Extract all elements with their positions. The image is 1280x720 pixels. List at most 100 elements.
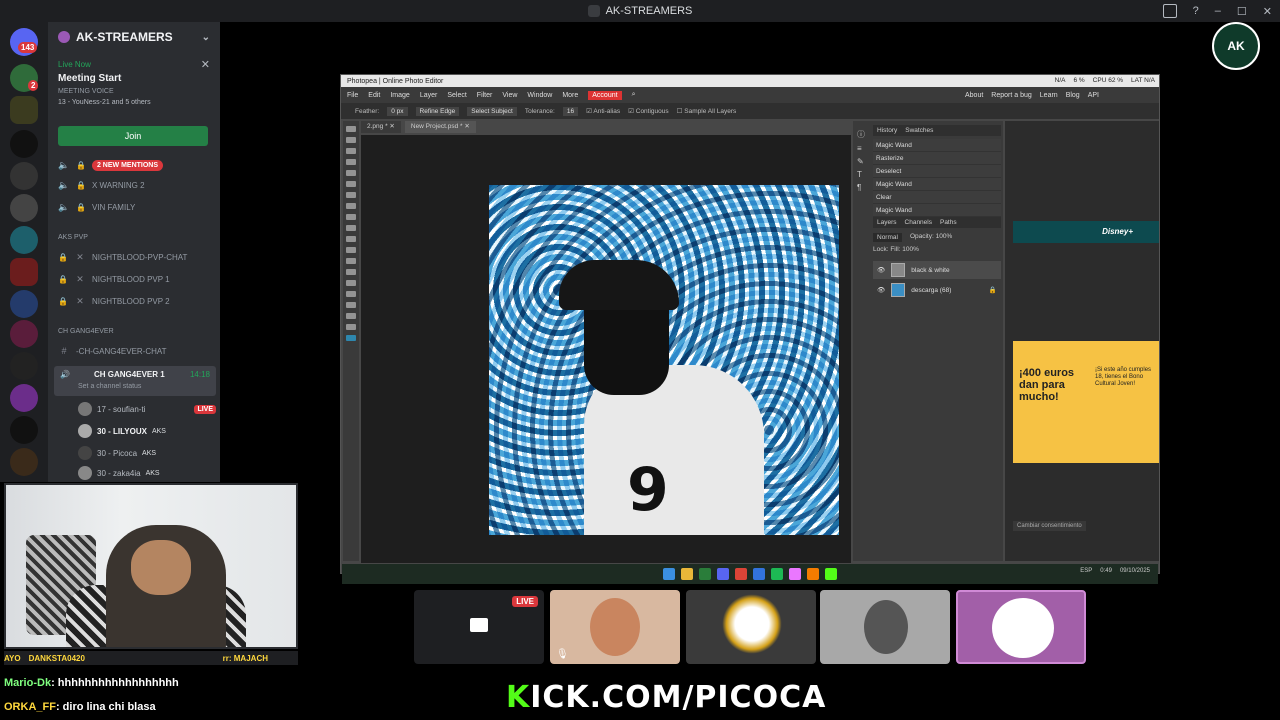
screen-share-tile[interactable]: LIVE	[414, 590, 544, 664]
tab-channels[interactable]: Channels	[905, 219, 932, 226]
channel-nightblood-2[interactable]: 🔒 ✕ NIGHTBLOOD PVP 2	[58, 296, 216, 307]
tab-layers[interactable]: Layers	[877, 219, 897, 226]
minimize-button[interactable]: –	[1215, 5, 1221, 17]
channel-mentions[interactable]: 🔈 🔒 2 NEW MENTIONS	[58, 160, 216, 171]
healing-tool-icon[interactable]	[346, 192, 356, 198]
server-icon-13[interactable]	[10, 448, 38, 476]
history-item[interactable]: Magic Wand	[873, 139, 1001, 152]
server-icon-8[interactable]	[10, 290, 38, 318]
lasso-tool-icon[interactable]	[346, 148, 356, 154]
channel-gang-chat[interactable]: # -CH-GANG4EVER-CHAT	[58, 346, 216, 356]
clock[interactable]: 0:49	[1100, 568, 1112, 574]
eye-icon[interactable]: 👁	[877, 286, 885, 294]
search-icon[interactable]: ⌕	[632, 91, 636, 99]
dodge-tool-icon[interactable]	[346, 258, 356, 264]
history-item[interactable]: Clear	[873, 191, 1001, 204]
spotify-icon[interactable]	[771, 568, 783, 580]
participant-tile[interactable]	[686, 590, 816, 664]
feather-input[interactable]: 0 px	[387, 106, 408, 116]
voice-member[interactable]: 30 - Picoca AKS	[78, 446, 216, 460]
discord-icon[interactable]	[717, 568, 729, 580]
properties-icon[interactable]: ≡	[857, 144, 871, 153]
move-tool-icon[interactable]	[346, 126, 356, 132]
text-tool-icon[interactable]	[346, 269, 356, 275]
join-button[interactable]: Join	[58, 126, 208, 146]
server-icon-9[interactable]	[10, 320, 38, 348]
channel-nightblood-chat[interactable]: 🔒 ✕ NIGHTBLOOD-PVP-CHAT	[58, 252, 216, 263]
active-voice-channel[interactable]: 🔊 CH GANG4EVER 1 14:18 Set a channel sta…	[54, 366, 216, 396]
edge-icon[interactable]	[753, 568, 765, 580]
eyedropper-tool-icon[interactable]	[346, 181, 356, 187]
cookie-consent-button[interactable]: Cambiar consentimiento	[1013, 521, 1086, 531]
tab-2-png[interactable]: 2.png * ✕	[361, 121, 401, 133]
tab-history[interactable]: History	[877, 127, 897, 134]
date[interactable]: 09/10/2025	[1120, 568, 1150, 574]
disney-ad[interactable]: Disney+	[1013, 221, 1159, 243]
menu-window[interactable]: Window	[527, 92, 552, 99]
server-icon-4[interactable]	[10, 162, 38, 190]
link-learn[interactable]: Learn	[1040, 92, 1058, 99]
language-indicator[interactable]: ESP	[1080, 568, 1092, 574]
canvas-area[interactable]: 9	[361, 135, 851, 563]
channel-nightblood-1[interactable]: 🔒 ✕ NIGHTBLOOD PVP 1	[58, 274, 216, 285]
opacity-input[interactable]: Opacity: 100%	[910, 233, 952, 242]
explorer-icon[interactable]	[681, 568, 693, 580]
premiere-icon[interactable]	[789, 568, 801, 580]
canvas-image[interactable]: 9	[489, 185, 839, 535]
link-blog[interactable]: Blog	[1066, 92, 1080, 99]
tab-paths[interactable]: Paths	[940, 219, 957, 226]
channel-vin-family[interactable]: 🔈 🔒 VIN FAMILY	[58, 202, 216, 213]
inbox-icon[interactable]	[1162, 4, 1177, 18]
hand-tool-icon[interactable]	[346, 313, 356, 319]
refine-edge-button[interactable]: Refine Edge	[415, 106, 460, 116]
lock-fill-row[interactable]: Lock: Fill: 100%	[873, 246, 1001, 253]
pen-tool-icon[interactable]	[346, 280, 356, 286]
participant-tile[interactable]: 🎙	[550, 590, 680, 664]
tab-swatches[interactable]: Swatches	[905, 127, 933, 134]
paragraph-icon[interactable]: ¶	[857, 183, 871, 192]
voice-member[interactable]: 17 - soufian-ti LIVE	[78, 402, 216, 416]
blur-tool-icon[interactable]	[346, 247, 356, 253]
tolerance-input[interactable]: 16	[562, 106, 579, 116]
link-report-bug[interactable]: Report a bug	[991, 92, 1031, 99]
menu-edit[interactable]: Edit	[368, 92, 380, 99]
contiguous-checkbox[interactable]: ☑ Contiguous	[628, 107, 669, 115]
path-select-tool-icon[interactable]	[346, 291, 356, 297]
close-button[interactable]: ✕	[1263, 5, 1272, 18]
sample-all-checkbox[interactable]: ☐ Sample All Layers	[677, 107, 737, 115]
participant-tile[interactable]	[820, 590, 950, 664]
server-header[interactable]: AK-STREAMERS ⌄	[48, 22, 220, 52]
eraser-tool-icon[interactable]	[346, 225, 356, 231]
category-gang4ever[interactable]: CH GANG4EVER	[58, 328, 114, 335]
kick-icon[interactable]	[825, 568, 837, 580]
history-item[interactable]: Rasterize	[873, 152, 1001, 165]
brush-tool-icon[interactable]	[346, 203, 356, 209]
magic-wand-tool-icon[interactable]	[346, 159, 356, 165]
shape-tool-icon[interactable]	[346, 302, 356, 308]
fill-tool-icon[interactable]	[346, 236, 356, 242]
link-about[interactable]: About	[965, 92, 983, 99]
channel-status[interactable]: Set a channel status	[78, 383, 141, 390]
maximize-button[interactable]: ☐	[1237, 5, 1247, 18]
marquee-tool-icon[interactable]	[346, 137, 356, 143]
tab-new-project[interactable]: New Project.psd * ✕	[404, 121, 476, 133]
foreground-color-swatch[interactable]	[346, 335, 356, 341]
server-icon-11[interactable]	[10, 384, 38, 412]
history-item[interactable]: Deselect	[873, 165, 1001, 178]
server-icon-12[interactable]	[10, 416, 38, 444]
select-subject-button[interactable]: Select Subject	[467, 106, 517, 116]
server-icon-5[interactable]	[10, 194, 38, 222]
layer-row[interactable]: 👁 black & white	[873, 261, 1001, 279]
start-icon[interactable]	[663, 568, 675, 580]
info-icon[interactable]: ⓘ	[857, 129, 871, 140]
zoom-tool-icon[interactable]	[346, 324, 356, 330]
layer-row[interactable]: 👁 descarga (68) 🔒	[873, 281, 1001, 299]
menu-image[interactable]: Image	[390, 92, 409, 99]
type-icon[interactable]: T	[857, 170, 871, 179]
history-item[interactable]: Magic Wand	[873, 178, 1001, 191]
menu-filter[interactable]: Filter	[477, 92, 493, 99]
voice-member[interactable]: 30 - LILYOUX AKS	[78, 424, 216, 438]
chrome-icon[interactable]	[735, 568, 747, 580]
category-aks-pvp[interactable]: AKS PVP	[58, 234, 88, 241]
menu-layer[interactable]: Layer	[420, 92, 438, 99]
